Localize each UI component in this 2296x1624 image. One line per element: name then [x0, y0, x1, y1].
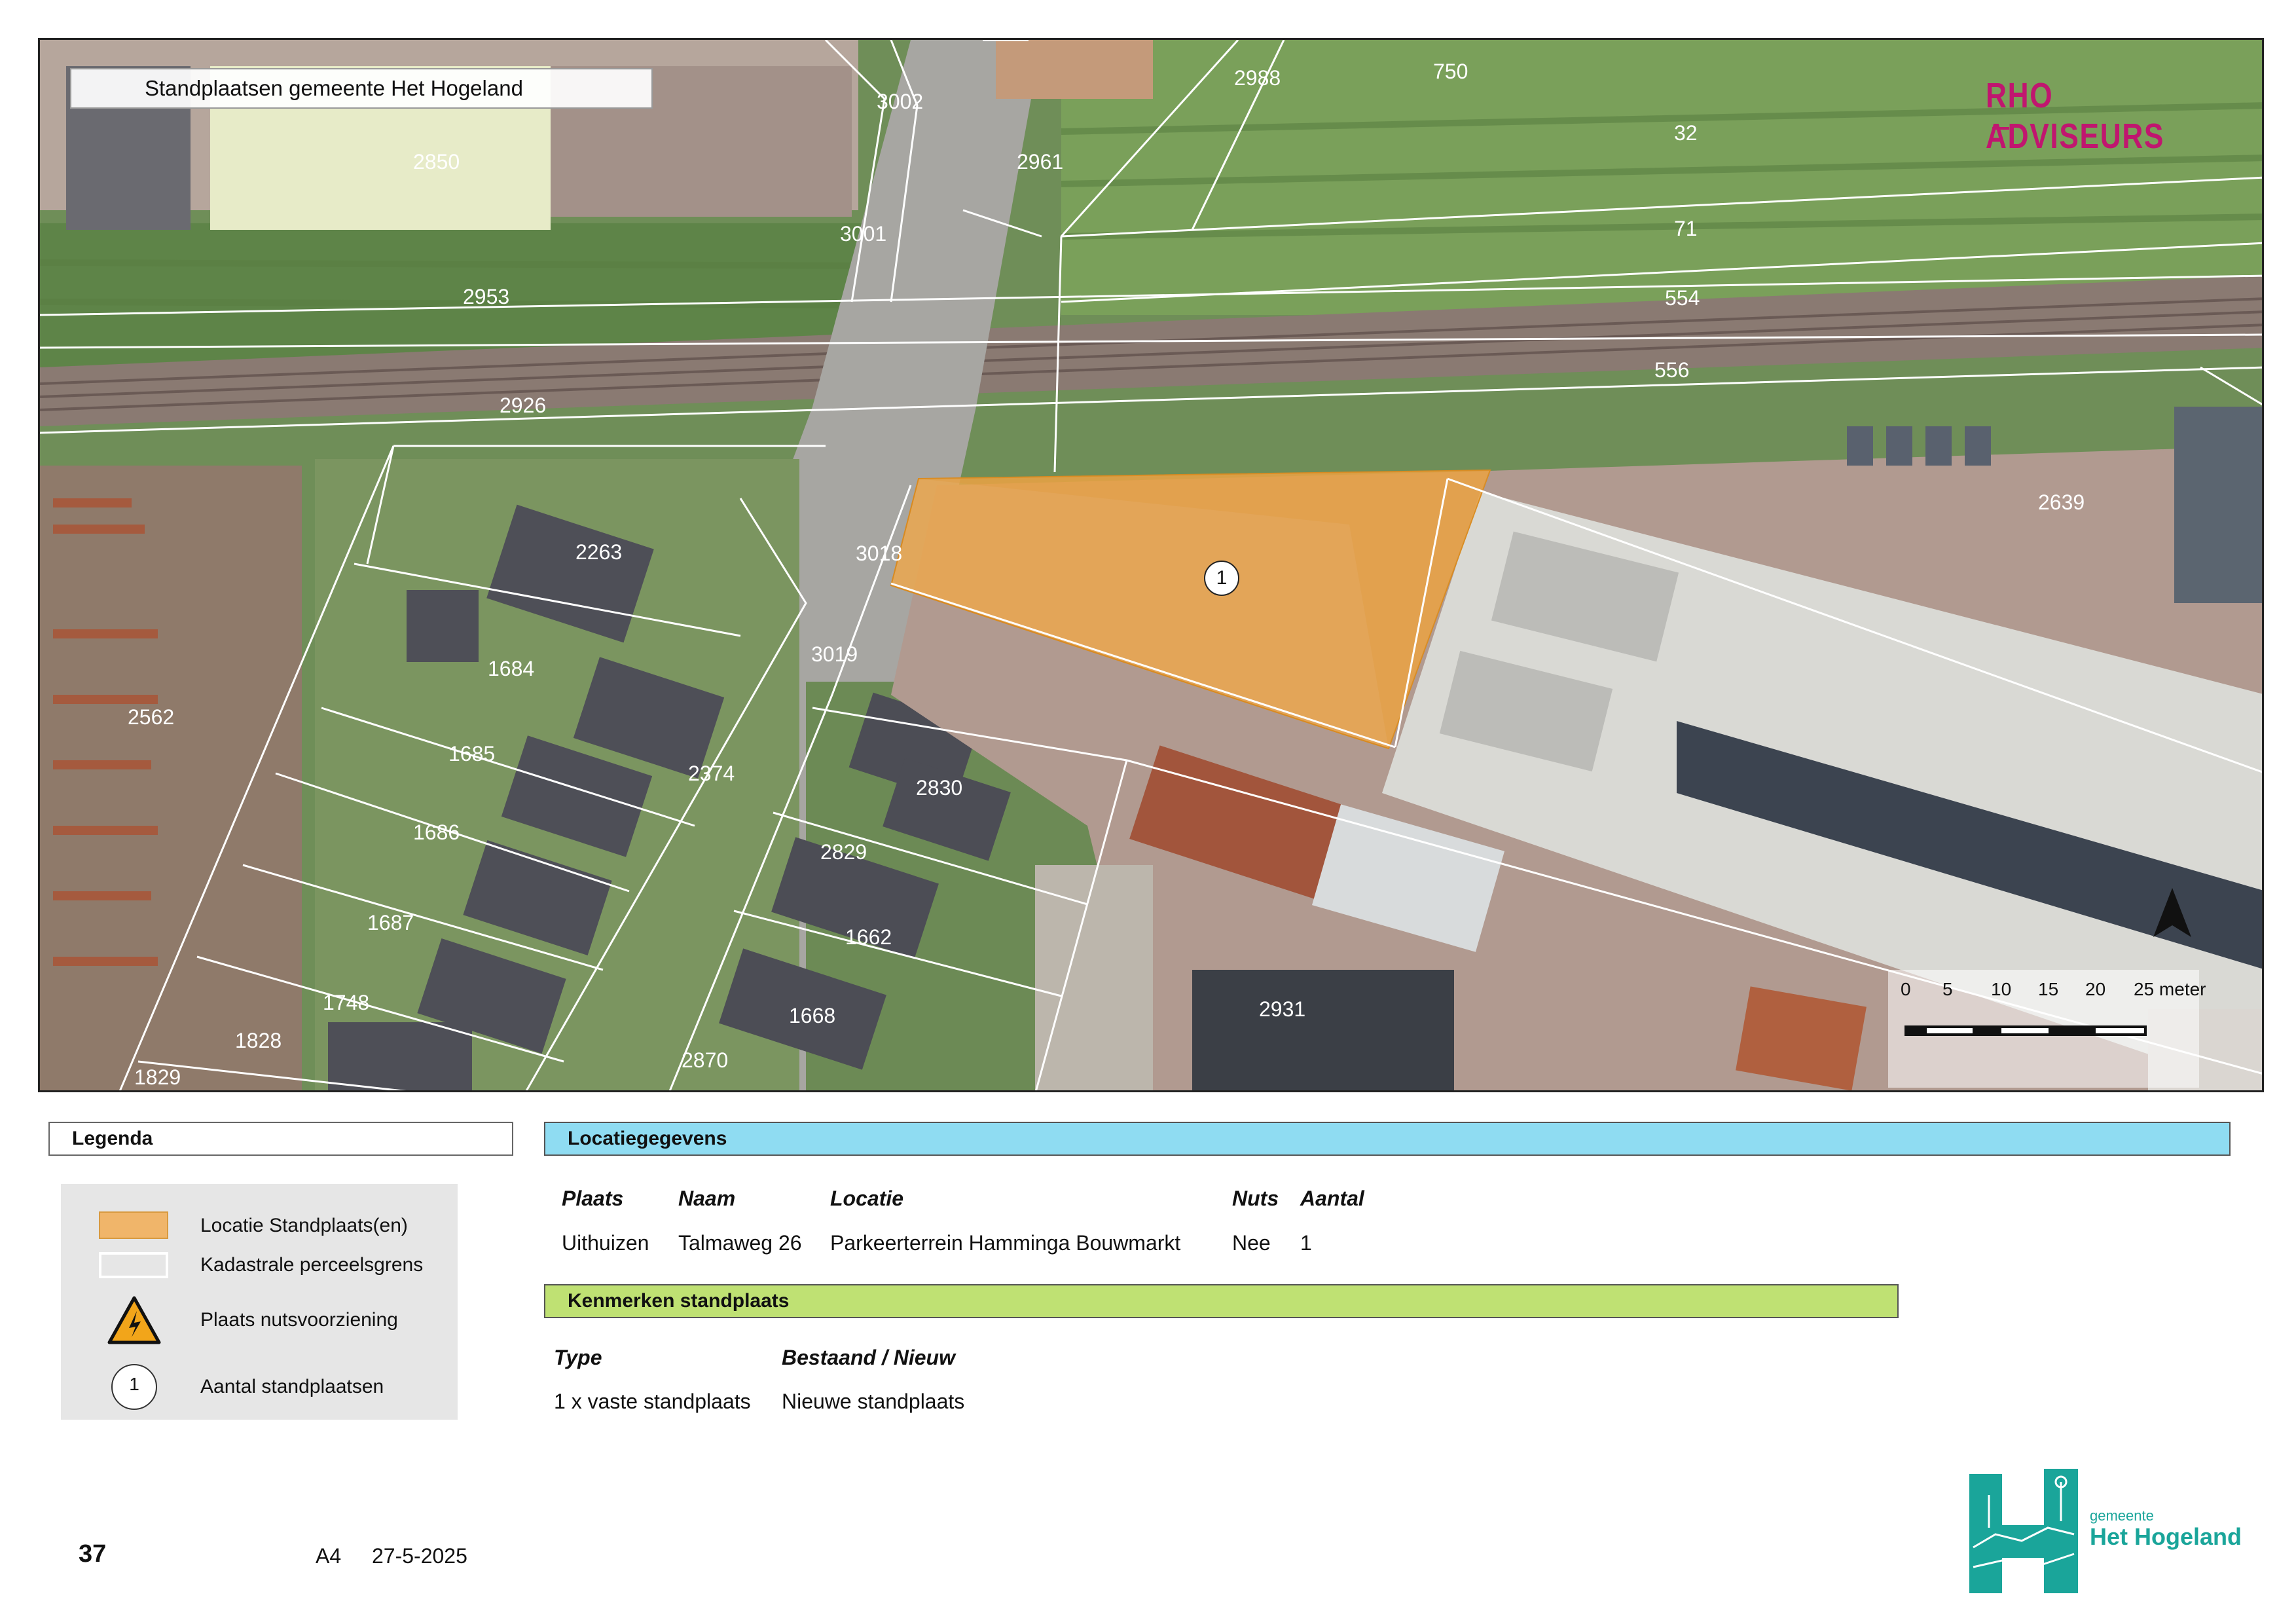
legend-title: Legenda — [48, 1122, 513, 1156]
scale-tick-label: 0 — [1901, 979, 1911, 999]
parcel-label: 2961 — [1017, 150, 1064, 174]
parcel-label: 2639 — [2038, 490, 2085, 514]
kenmerken-header: Kenmerken standplaats — [544, 1284, 1899, 1318]
scale-tick-label: 20 — [2085, 979, 2106, 999]
parcel-label: 750 — [1433, 60, 1468, 83]
col-naam: Naam — [678, 1187, 736, 1210]
cell-nuts: Nee — [1232, 1231, 1271, 1255]
parcel-label: 3019 — [811, 642, 858, 666]
page-date: 27-5-2025 — [372, 1544, 467, 1568]
page-format: A4 — [316, 1544, 342, 1568]
parcel-label: 2931 — [1259, 997, 1306, 1021]
parcel-label: 1662 — [845, 925, 892, 949]
cell-locatie: Parkeerterrein Hamminga Bouwmarkt — [830, 1231, 1181, 1255]
col-aantal: Aantal — [1300, 1187, 1364, 1210]
scale-tick-label: 15 — [2038, 979, 2059, 999]
legend-item-nutsvoorziening: Plaats nutsvoorziening — [61, 1295, 458, 1348]
cell-type: 1 x vaste standplaats — [554, 1390, 751, 1413]
het-hogeland-logo-icon — [1969, 1469, 2078, 1593]
col-nuts: Nuts — [1232, 1187, 1279, 1210]
parcel-label: 1828 — [235, 1029, 282, 1052]
electricity-warning-icon — [107, 1296, 161, 1344]
orange-area-swatch — [99, 1211, 168, 1239]
parcel-label: 1829 — [134, 1065, 181, 1089]
parcel-label: 2830 — [916, 776, 963, 800]
parcel-label: 2926 — [500, 394, 547, 417]
cell-plaats: Uithuizen — [562, 1231, 649, 1255]
parcel-label: 1687 — [367, 911, 414, 934]
cell-aantal: 1 — [1300, 1231, 1312, 1255]
parcel-label: 556 — [1654, 358, 1690, 382]
logo-het-hogeland: Het Hogeland — [2090, 1523, 2242, 1550]
map-title: Standplaatsen gemeente Het Hogeland — [70, 68, 653, 109]
cell-naam: Talmaweg 26 — [678, 1231, 802, 1255]
parcel-label: 2829 — [820, 840, 867, 864]
logo-gemeente: gemeente — [2090, 1507, 2154, 1524]
scale-bar — [1904, 1025, 2147, 1036]
parcel-label: 3018 — [856, 542, 903, 565]
col-type: Type — [554, 1346, 602, 1369]
parcel-label: 1685 — [448, 742, 496, 766]
parcel-label: 1748 — [323, 991, 370, 1014]
parcel-label: 2374 — [688, 762, 735, 785]
parcel-label: 1668 — [789, 1004, 836, 1027]
parcel-label: 2870 — [682, 1048, 729, 1072]
parcel-label: 3002 — [877, 90, 924, 113]
legend-box: Locatie Standplaats(en) Kadastrale perce… — [61, 1184, 458, 1420]
parcel-label: 2263 — [575, 540, 623, 564]
parcel-label: 32 — [1674, 121, 1698, 145]
rho-logo-underline — [1992, 127, 2009, 130]
locatiegegevens-header: Locatiegegevens — [544, 1122, 2231, 1156]
scale-tick-label: 25 meter — [2134, 979, 2206, 999]
col-locatie: Locatie — [830, 1187, 904, 1210]
legend-item-standplaats: Locatie Standplaats(en) — [61, 1210, 458, 1249]
legend-item-aantal: 1 Aantal standplaatsen — [61, 1361, 458, 1413]
scale-tick-label: 10 — [1991, 979, 2012, 999]
map-frame[interactable]: 2988 750 3002 2961 32 2850 71 3001 2953 554 2926 55… — [38, 38, 2264, 1092]
rho-logo: RHO ADVISEURS — [1986, 76, 2165, 156]
parcel-label: 71 — [1674, 217, 1698, 240]
page-number: 37 — [79, 1540, 107, 1568]
parcel-label: 1684 — [488, 657, 535, 680]
col-bestaand-nieuw: Bestaand / Nieuw — [782, 1346, 955, 1369]
parcel-label: 2562 — [128, 705, 175, 729]
cell-bestaand-nieuw: Nieuwe standplaats — [782, 1390, 965, 1413]
parcel-label: 3001 — [840, 222, 887, 246]
col-plaats: Plaats — [562, 1187, 624, 1210]
parcel-label: 554 — [1665, 286, 1700, 310]
parcel-label: 2953 — [463, 285, 510, 308]
scale-tick-label: 5 — [1942, 979, 1953, 999]
parcel-boundary-swatch — [99, 1252, 168, 1278]
parcel-label: 2850 — [413, 150, 460, 174]
parcel-label: 2988 — [1234, 66, 1281, 90]
count-marker-label: 1 — [1216, 567, 1228, 589]
legend-item-perceelsgrens: Kadastrale perceelsgrens — [61, 1249, 458, 1289]
parcel-label: 1686 — [413, 821, 460, 844]
